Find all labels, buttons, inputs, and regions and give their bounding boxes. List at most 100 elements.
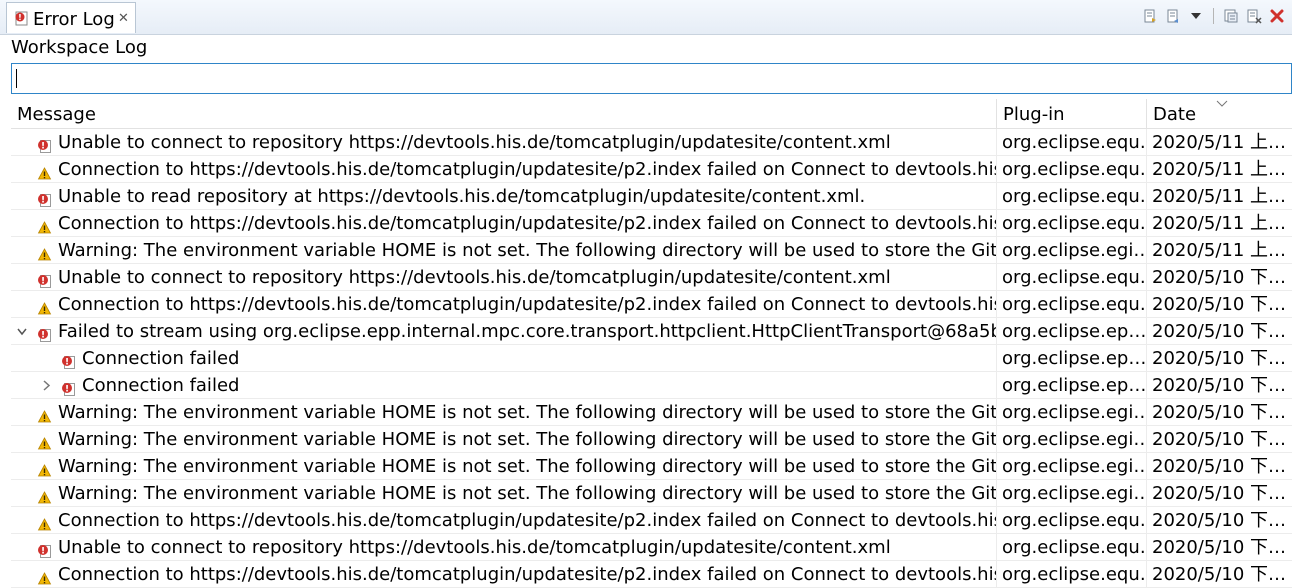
message-cell: Warning: The environment variable HOME i… (11, 453, 996, 479)
message-cell: ! Unable to read repository at https://de… (11, 183, 996, 209)
table-row[interactable]: Warning: The environment variable HOME i… (11, 426, 1292, 453)
import-log-button[interactable] (1164, 7, 1182, 25)
plugin-cell: org.eclipse.equ… (996, 156, 1146, 182)
message-cell: Warning: The environment variable HOME i… (11, 237, 996, 263)
table-row[interactable]: Connection to https://devtools.his.de/to… (11, 507, 1292, 534)
message-text: Failed to stream using org.eclipse.epp.i… (58, 321, 996, 342)
message-text: Warning: The environment variable HOME i… (58, 402, 996, 423)
clear-log-button[interactable] (1245, 7, 1263, 25)
column-header-date-label: Date (1153, 104, 1197, 125)
svg-text:!: ! (65, 384, 69, 394)
toolbar-separator (1213, 8, 1214, 24)
message-text: Unable to connect to repository https://… (58, 537, 891, 558)
warning-icon (37, 243, 52, 261)
column-header-message[interactable]: Message (11, 99, 996, 128)
import-log-icon (1167, 9, 1178, 23)
plugin-cell: org.eclipse.ep… (996, 345, 1146, 371)
plugin-cell: org.eclipse.egi… (996, 453, 1146, 479)
table-row[interactable]: ! Connection failed org.eclipse.ep… 2020/5/… (11, 345, 1292, 372)
svg-text:!: ! (41, 276, 45, 286)
message-cell: Connection to https://devtools.his.de/to… (11, 291, 996, 317)
table-row[interactable]: ! Connection failed org.eclipse.ep… 2020/5/… (11, 372, 1292, 399)
table-row[interactable]: Connection to https://devtools.his.de/to… (11, 561, 1292, 588)
date-cell: 2020/5/10 下… (1146, 399, 1292, 425)
table-row[interactable]: ! Unable to connect to repository https:/… (11, 534, 1292, 561)
view-tab-bar: ! Error Log ✕ (0, 0, 1292, 35)
svg-text:!: ! (41, 546, 45, 556)
warning-icon (37, 513, 52, 531)
text-caret (16, 69, 17, 88)
chevron-right-icon[interactable] (40, 372, 52, 398)
export-log-button[interactable] (1141, 7, 1159, 25)
table-row[interactable]: Warning: The environment variable HOME i… (11, 480, 1292, 507)
table-row[interactable]: ! Unable to connect to repository https:/… (11, 264, 1292, 291)
message-cell: Connection to https://devtools.his.de/to… (11, 561, 996, 587)
svg-text:!: ! (41, 141, 45, 151)
table-row[interactable]: ! Failed to stream using org.eclipse.epp.… (11, 318, 1292, 345)
error-icon: ! (61, 378, 76, 396)
delete-log-button[interactable] (1268, 7, 1286, 25)
warning-icon (37, 567, 52, 585)
message-text: Unable to read repository at https://dev… (58, 186, 866, 207)
date-cell: 2020/5/11 上… (1146, 129, 1292, 155)
date-cell: 2020/5/10 下… (1146, 507, 1292, 533)
message-cell: Connection to https://devtools.his.de/to… (11, 156, 996, 182)
date-cell: 2020/5/11 上… (1146, 210, 1292, 236)
table-row[interactable]: Warning: The environment variable HOME i… (11, 399, 1292, 426)
tab-error-log[interactable]: ! Error Log ✕ (6, 2, 136, 33)
table-header: Message Plug-in Date (11, 99, 1292, 129)
message-text: Connection failed (82, 375, 240, 396)
message-cell: Warning: The environment variable HOME i… (11, 399, 996, 425)
date-cell: 2020/5/10 下… (1146, 426, 1292, 452)
log-table: Message Plug-in Date ! Unable to connect … (11, 99, 1292, 588)
warning-icon (37, 405, 52, 423)
table-row[interactable]: ! Unable to read repository at https://de… (11, 183, 1292, 210)
export-log-icon (1144, 9, 1156, 23)
plugin-cell: org.eclipse.equ… (996, 210, 1146, 236)
message-cell: ! Unable to connect to repository https:/… (11, 129, 996, 155)
message-cell: Connection to https://devtools.his.de/to… (11, 507, 996, 533)
message-cell: ! Unable to connect to repository https:/… (11, 534, 996, 560)
open-log-button[interactable] (1222, 7, 1240, 25)
table-row[interactable]: Warning: The environment variable HOME i… (11, 237, 1292, 264)
view-toolbar (1141, 6, 1286, 26)
table-row[interactable]: Connection to https://devtools.his.de/to… (11, 156, 1292, 183)
date-cell: 2020/5/10 下… (1146, 345, 1292, 371)
plugin-cell: org.eclipse.ep… (996, 318, 1146, 344)
table-row[interactable]: ! Unable to connect to repository https:/… (11, 129, 1292, 156)
svg-text:!: ! (18, 13, 22, 22)
message-cell: ! Failed to stream using org.eclipse.epp.… (11, 318, 996, 344)
message-text: Warning: The environment variable HOME i… (58, 240, 996, 261)
date-cell: 2020/5/10 下… (1146, 561, 1292, 587)
filter-input[interactable] (11, 63, 1292, 94)
message-cell: Connection to https://devtools.his.de/to… (11, 210, 996, 236)
plugin-cell: org.eclipse.equ… (996, 561, 1146, 587)
message-text: Warning: The environment variable HOME i… (58, 429, 996, 450)
warning-icon (37, 432, 52, 450)
view-menu-button[interactable] (1187, 7, 1205, 25)
error-icon: ! (37, 135, 52, 153)
table-row[interactable]: Connection to https://devtools.his.de/to… (11, 291, 1292, 318)
plugin-cell: org.eclipse.equ… (996, 291, 1146, 317)
plugin-cell: org.eclipse.equ… (996, 129, 1146, 155)
message-text: Warning: The environment variable HOME i… (58, 483, 996, 504)
table-row[interactable]: Connection to https://devtools.his.de/to… (11, 210, 1292, 237)
plugin-cell: org.eclipse.egi… (996, 399, 1146, 425)
message-text: Connection to https://devtools.his.de/to… (58, 159, 996, 180)
close-tab-icon[interactable]: ✕ (118, 11, 129, 26)
plugin-cell: org.eclipse.egi… (996, 480, 1146, 506)
warning-icon (37, 162, 52, 180)
date-cell: 2020/5/10 下… (1146, 534, 1292, 560)
error-log-icon: ! (14, 11, 29, 30)
chevron-down-icon[interactable] (16, 318, 28, 344)
plugin-cell: org.eclipse.equ… (996, 507, 1146, 533)
message-cell: Warning: The environment variable HOME i… (11, 426, 996, 452)
plugin-cell: org.eclipse.equ… (996, 264, 1146, 290)
message-text: Connection to https://devtools.his.de/to… (58, 510, 996, 531)
sort-descending-icon (1216, 97, 1228, 111)
table-row[interactable]: Warning: The environment variable HOME i… (11, 453, 1292, 480)
column-header-plugin[interactable]: Plug-in (996, 99, 1146, 128)
svg-text:!: ! (65, 357, 69, 367)
message-text: Unable to connect to repository https://… (58, 267, 891, 288)
date-cell: 2020/5/10 下… (1146, 480, 1292, 506)
